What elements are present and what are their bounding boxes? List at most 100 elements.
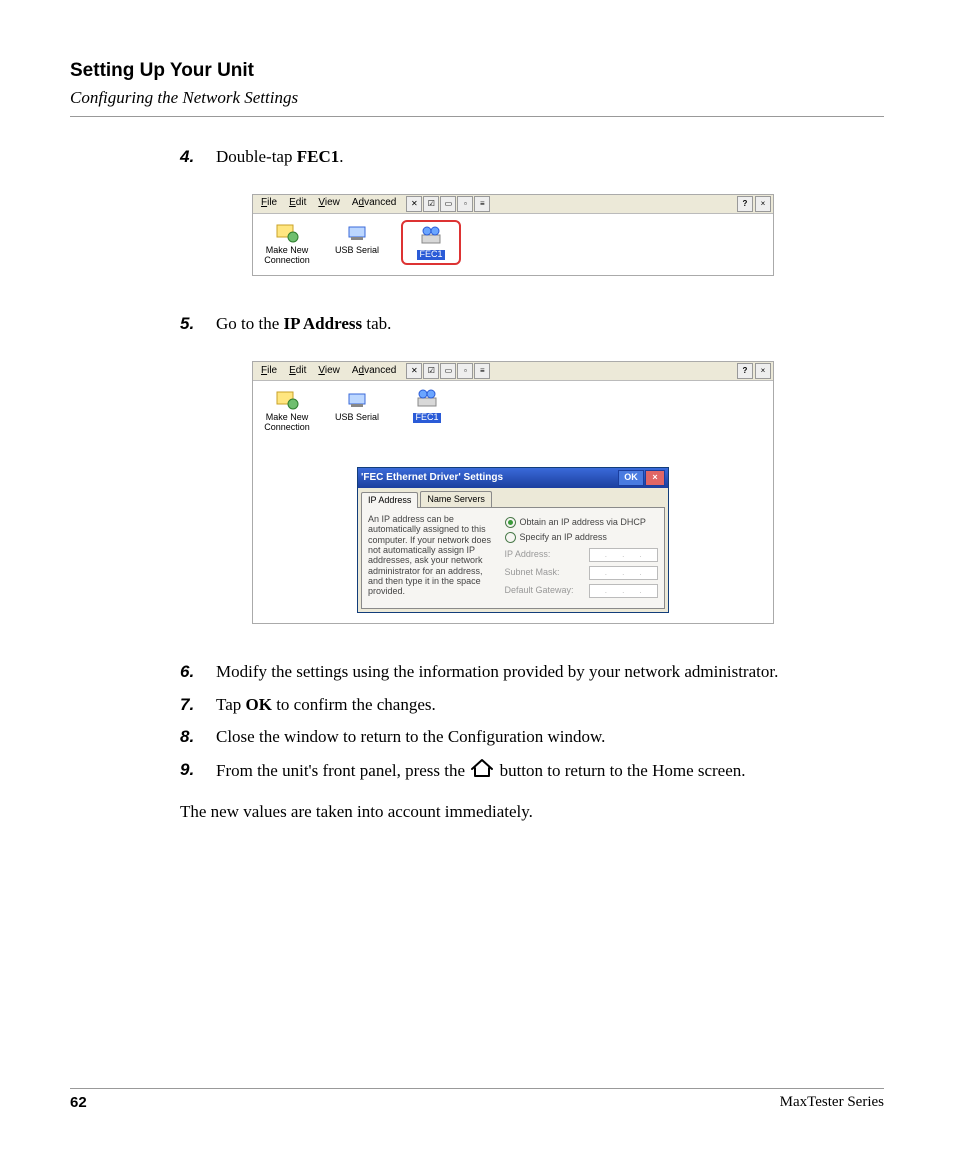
menu-advanced[interactable]: Advanced bbox=[346, 363, 402, 380]
text: Go to the bbox=[216, 314, 284, 333]
close-icon[interactable]: × bbox=[755, 196, 771, 212]
dialog-help-text: An IP address can be automatically assig… bbox=[368, 514, 505, 602]
step-text: Modify the settings using the informatio… bbox=[216, 660, 884, 685]
step-text: Go to the IP Address tab. bbox=[216, 312, 884, 337]
toolbar-icon[interactable]: ▭ bbox=[440, 363, 456, 379]
radio-icon bbox=[505, 517, 516, 528]
ip-input[interactable]: ... bbox=[589, 548, 659, 562]
text: tab. bbox=[362, 314, 391, 333]
help-icon[interactable]: ? bbox=[737, 363, 753, 379]
page-number: 62 bbox=[70, 1094, 87, 1111]
network-icon bbox=[419, 225, 443, 247]
field-ip-address: IP Address: ... bbox=[505, 548, 659, 562]
radio-specify[interactable]: Specify an IP address bbox=[505, 531, 659, 544]
close-icon[interactable]: × bbox=[755, 363, 771, 379]
text: From the unit's front panel, press the bbox=[216, 761, 469, 780]
field-label: Default Gateway: bbox=[505, 584, 589, 597]
dialog-body: An IP address can be automatically assig… bbox=[361, 507, 665, 609]
step-5: 5. Go to the IP Address tab. bbox=[180, 312, 884, 337]
field-subnet-mask: Subnet Mask: ... bbox=[505, 566, 659, 580]
close-button[interactable]: × bbox=[645, 470, 665, 486]
toolbar-icon[interactable]: ☑ bbox=[423, 196, 439, 212]
page-title: Setting Up Your Unit bbox=[70, 60, 884, 82]
toolbar-icon[interactable]: ▫ bbox=[457, 363, 473, 379]
menu-edit[interactable]: Edit bbox=[283, 195, 312, 212]
toolbar-icon[interactable]: ▭ bbox=[440, 196, 456, 212]
settings-dialog: 'FEC Ethernet Driver' Settings OK × IP A… bbox=[357, 467, 669, 613]
icon-make-new-connection[interactable]: Make New Connection bbox=[261, 387, 313, 433]
toolbar-icons: ✕ ☑ ▭ ▫ ≡ bbox=[406, 363, 490, 379]
menu-file[interactable]: File bbox=[255, 363, 283, 380]
screenshot-1: File Edit View Advanced ✕ ☑ ▭ ▫ ≡ ? bbox=[252, 194, 774, 277]
page-subtitle: Configuring the Network Settings bbox=[70, 88, 884, 108]
step-number: 7. bbox=[180, 693, 216, 718]
icon-usb-serial[interactable]: USB Serial bbox=[331, 220, 383, 266]
step-number: 8. bbox=[180, 725, 216, 750]
menu-advanced[interactable]: Advanced bbox=[346, 195, 402, 212]
step-4: 4. Double-tap FEC1. bbox=[180, 145, 884, 170]
bold-term: IP Address bbox=[284, 314, 363, 333]
field-default-gateway: Default Gateway: ... bbox=[505, 584, 659, 598]
icon-area: Make New Connection USB Serial FEC1 bbox=[253, 214, 773, 276]
closing-paragraph: The new values are taken into account im… bbox=[180, 802, 884, 822]
mask-input[interactable]: ... bbox=[589, 566, 659, 580]
step-7: 7. Tap OK to confirm the changes. bbox=[180, 693, 884, 718]
icon-label-selected: FEC1 bbox=[413, 413, 440, 423]
icon-fec1[interactable]: FEC1 bbox=[401, 387, 453, 433]
tab-ip-address[interactable]: IP Address bbox=[361, 492, 418, 508]
menu-view[interactable]: View bbox=[312, 363, 346, 380]
text: button to return to the Home screen. bbox=[500, 761, 746, 780]
home-icon bbox=[469, 758, 495, 786]
toolbar-icon[interactable]: ☑ bbox=[423, 363, 439, 379]
toolbar-icon[interactable]: ✕ bbox=[406, 363, 422, 379]
menu-bar: File Edit View Advanced ✕ ☑ ▭ ▫ ≡ ? bbox=[253, 195, 773, 214]
icon-label: USB Serial bbox=[335, 413, 379, 423]
modem-icon bbox=[345, 388, 369, 410]
icon-label: USB Serial bbox=[335, 246, 379, 256]
menu-bar: File Edit View Advanced ✕ ☑ ▭ ▫ ≡ ? bbox=[253, 362, 773, 381]
bold-term: OK bbox=[246, 695, 272, 714]
step-8: 8. Close the window to return to the Con… bbox=[180, 725, 884, 750]
toolbar-icon[interactable]: ≡ bbox=[474, 363, 490, 379]
step-number: 4. bbox=[180, 145, 216, 170]
field-label: IP Address: bbox=[505, 548, 589, 561]
step-text: From the unit's front panel, press the b… bbox=[216, 758, 884, 786]
field-label: Subnet Mask: bbox=[505, 566, 589, 579]
icon-make-new-connection[interactable]: Make New Connection bbox=[261, 220, 313, 266]
menu-view[interactable]: View bbox=[312, 195, 346, 212]
step-number: 6. bbox=[180, 660, 216, 685]
text: Double-tap bbox=[216, 147, 297, 166]
radio-icon bbox=[505, 532, 516, 543]
step-text: Close the window to return to the Config… bbox=[216, 725, 884, 750]
screenshot-2: File Edit View Advanced ✕ ☑ ▭ ▫ ≡ ? bbox=[252, 361, 774, 624]
header-rule bbox=[70, 116, 884, 117]
toolbar-icon[interactable]: ✕ bbox=[406, 196, 422, 212]
icon-usb-serial[interactable]: USB Serial bbox=[331, 387, 383, 433]
help-icon[interactable]: ? bbox=[737, 196, 753, 212]
icon-area: Make New Connection USB Serial FEC1 bbox=[253, 381, 773, 443]
toolbar-icon[interactable]: ▫ bbox=[457, 196, 473, 212]
icon-fec1[interactable]: FEC1 bbox=[405, 224, 457, 260]
bold-term: FEC1 bbox=[297, 147, 340, 166]
text: Tap bbox=[216, 695, 246, 714]
text: to confirm the changes. bbox=[272, 695, 436, 714]
icon-label: Make New Connection bbox=[261, 246, 313, 266]
radio-dhcp[interactable]: Obtain an IP address via DHCP bbox=[505, 516, 659, 529]
text: . bbox=[339, 147, 343, 166]
radio-label: Specify an IP address bbox=[520, 531, 607, 544]
connection-icon bbox=[275, 388, 299, 410]
icon-label-selected: FEC1 bbox=[417, 250, 444, 260]
menu-file[interactable]: File bbox=[255, 195, 283, 212]
tab-name-servers[interactable]: Name Servers bbox=[420, 491, 492, 507]
gateway-input[interactable]: ... bbox=[589, 584, 659, 598]
ok-button[interactable]: OK bbox=[618, 470, 644, 486]
menu-edit[interactable]: Edit bbox=[283, 363, 312, 380]
step-text: Tap OK to confirm the changes. bbox=[216, 693, 884, 718]
modem-icon bbox=[345, 221, 369, 243]
fec1-highlight: FEC1 bbox=[401, 220, 461, 266]
toolbar-icon[interactable]: ≡ bbox=[474, 196, 490, 212]
toolbar-icons: ✕ ☑ ▭ ▫ ≡ bbox=[406, 196, 490, 212]
connection-icon bbox=[275, 221, 299, 243]
footer-series: MaxTester Series bbox=[780, 1094, 884, 1111]
dialog-titlebar: 'FEC Ethernet Driver' Settings OK × bbox=[358, 468, 668, 488]
